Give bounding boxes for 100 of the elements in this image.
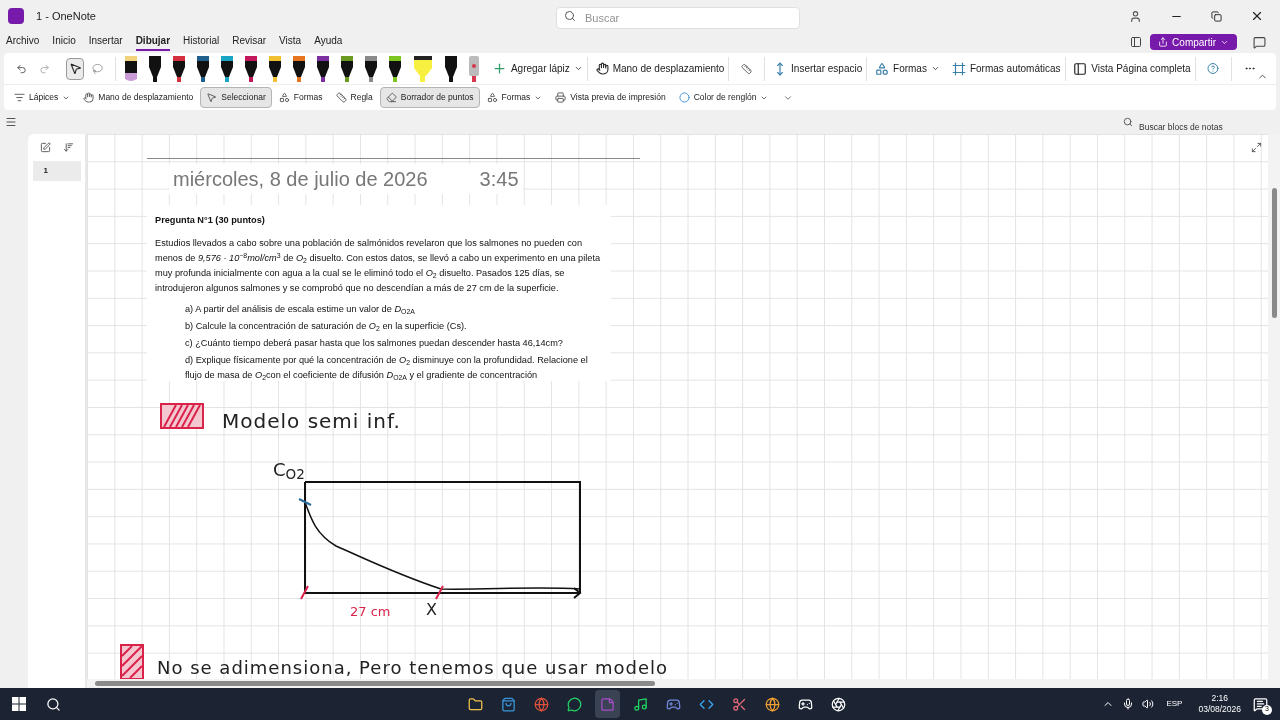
pencil-icon[interactable]	[123, 55, 138, 82]
share-button[interactable]: Compartir	[1150, 34, 1237, 50]
chat-icon	[567, 696, 582, 712]
menu-tab[interactable]: Vista	[279, 33, 302, 51]
question-item: c) ¿Cuánto tiempo deberá pasar hasta que los salmones puedan descender hasta 46,14cm?	[185, 337, 564, 350]
window-title: 1 - OneNote	[36, 8, 96, 24]
start-icon[interactable]	[12, 697, 26, 711]
pen-icon[interactable]	[219, 55, 234, 82]
restore-icon[interactable]	[1211, 10, 1222, 22]
toolbar-button[interactable]: Formas	[480, 87, 549, 108]
expand-icon[interactable]	[1251, 142, 1262, 153]
search-icon[interactable]	[46, 696, 61, 712]
ruler-icon[interactable]	[741, 61, 753, 76]
toolbar-button[interactable]: Mano de desplazamiento	[77, 87, 200, 108]
auto-shapes-button[interactable]: Formas automáticas	[951, 61, 1061, 76]
highlighter-icon[interactable]	[411, 55, 434, 82]
pen-icon[interactable]	[363, 55, 378, 82]
printer-icon	[555, 92, 567, 103]
caret-icon	[930, 64, 940, 73]
shapes-icon	[875, 61, 890, 76]
shapes-icon	[486, 92, 498, 103]
game-store-icon	[798, 696, 813, 712]
volume-icon[interactable]	[1142, 698, 1155, 710]
sort-icon[interactable]	[62, 142, 74, 153]
search-icon	[563, 10, 576, 22]
help-icon[interactable]	[1207, 61, 1220, 76]
laser-pointer-icon[interactable]	[467, 55, 480, 82]
account-icon[interactable]	[1129, 9, 1142, 23]
microphone-icon[interactable]	[1122, 698, 1135, 710]
menu-tab[interactable]: Ayuda	[314, 33, 343, 51]
toolbar-button[interactable]: Color de renglón	[672, 87, 775, 108]
pen-icon[interactable]	[443, 55, 458, 82]
hand-icon	[83, 92, 95, 103]
menu-tab[interactable]: Historial	[183, 33, 220, 51]
aperture-icon	[831, 696, 846, 712]
browser-icon	[534, 696, 549, 712]
pen-icon[interactable]	[339, 55, 354, 82]
notebook-search-field[interactable]: Buscar blocs de notas	[1119, 118, 1271, 136]
toolbar-button[interactable]: Vista previa de impresión	[549, 87, 672, 108]
hatch-mark-drawing	[120, 644, 144, 679]
clock-date[interactable]: 03/08/2026	[1198, 704, 1241, 715]
pen-icon[interactable]	[387, 55, 402, 82]
pen-icon[interactable]	[291, 55, 306, 82]
music-icon	[633, 696, 648, 712]
frame-icon	[951, 61, 966, 76]
toolbar-button[interactable]: Seleccionar	[200, 87, 272, 108]
axis-label: X	[426, 599, 437, 621]
toolbar-button[interactable]: Regla	[329, 87, 379, 108]
menu-icon[interactable]	[5, 116, 17, 128]
insert-space-button[interactable]: Insertar espacio	[773, 61, 863, 76]
add-pen-button[interactable]: Agregar lápiz	[491, 61, 583, 76]
pointer-icon	[206, 92, 218, 103]
question-title: Pregunta N°1 (30 puntos)	[155, 214, 266, 227]
question-item: b) Calcule la concentración de saturación de O$_{2}$ en la superficie (Cs).	[185, 320, 468, 334]
toolbar-button[interactable]: Formas	[272, 87, 329, 108]
shapes-button[interactable]: Formas	[875, 61, 940, 76]
menu-tab[interactable]: Dibujar	[135, 33, 171, 51]
hand-icon	[595, 62, 609, 75]
close-icon[interactable]	[1250, 9, 1264, 23]
pan-hand-button[interactable]: Mano de desplazamiento	[595, 61, 725, 76]
pen-icon[interactable]	[147, 55, 162, 82]
menu-tab[interactable]: Inicio	[52, 33, 76, 51]
question-paragraph: Estudios llevados a cabo sobre una población de salmónidos revelaron que los salmones no pueden con menos de 9,576 · 10$^{−8}$mol/cm$^{3}$ de O$_{2}$ disuelto. Con estos datos, se llevó a cabo un experimento en una pileta muy profunda inicialmente con agua a la cual se le eliminó todo el O$_{2}$ disuelto. Pasados 125 días, se introdujeron algunos salmones y se comprobó que no descendían a más de 27 cm de la superficie.	[155, 237, 602, 295]
pen-icon[interactable]	[267, 55, 282, 82]
question-item: a) A partir del análisis de escala estime un valor de D$_{O2A}$	[185, 303, 416, 317]
pen-icon[interactable]	[195, 55, 210, 82]
search-field[interactable]: Buscar	[555, 7, 800, 29]
menu-tab[interactable]: Insertar	[88, 33, 123, 51]
browser-icon	[765, 696, 780, 712]
new-page-icon[interactable]	[39, 142, 51, 153]
toolbar-button[interactable]: Borrador de puntos	[379, 87, 480, 108]
distance-label: 27 cm	[350, 603, 391, 621]
select-tool[interactable]	[66, 57, 85, 80]
circle-icon	[678, 92, 690, 103]
scissors-icon	[732, 696, 747, 712]
menu-tab[interactable]: Archivo	[6, 33, 40, 51]
menu-tab[interactable]: Revisar	[232, 33, 267, 51]
hatch-mark-drawing	[160, 403, 204, 429]
eraser-icon	[385, 92, 397, 103]
search-icon	[1123, 117, 1133, 127]
page-tab[interactable]: 1	[32, 161, 81, 181]
handwritten-note: Modelo semi inf.	[222, 408, 401, 435]
store-icon	[501, 696, 516, 712]
full-page-button[interactable]: Vista Página completa	[1073, 61, 1191, 76]
pen-icon[interactable]	[315, 55, 330, 82]
toolbar-button[interactable]: Lápices	[8, 87, 77, 108]
notifications-icon[interactable]	[1253, 696, 1268, 712]
caret-icon	[573, 64, 583, 73]
share-icon	[1158, 37, 1169, 47]
clock-time[interactable]: 2:16	[1211, 693, 1228, 704]
folder-icon	[468, 696, 483, 712]
comments-icon[interactable]	[1253, 35, 1266, 49]
pen-icon[interactable]	[171, 55, 186, 82]
pen-icon[interactable]	[243, 55, 258, 82]
axis-label: C$_{O2}$	[273, 458, 305, 483]
pointer-icon	[68, 62, 82, 75]
page-date: miércoles, 8 de julio de 2026	[173, 167, 428, 192]
ruler-icon	[335, 92, 347, 103]
page-time: 3:45	[479, 167, 519, 192]
language-indicator[interactable]: ESP	[1166, 698, 1183, 710]
